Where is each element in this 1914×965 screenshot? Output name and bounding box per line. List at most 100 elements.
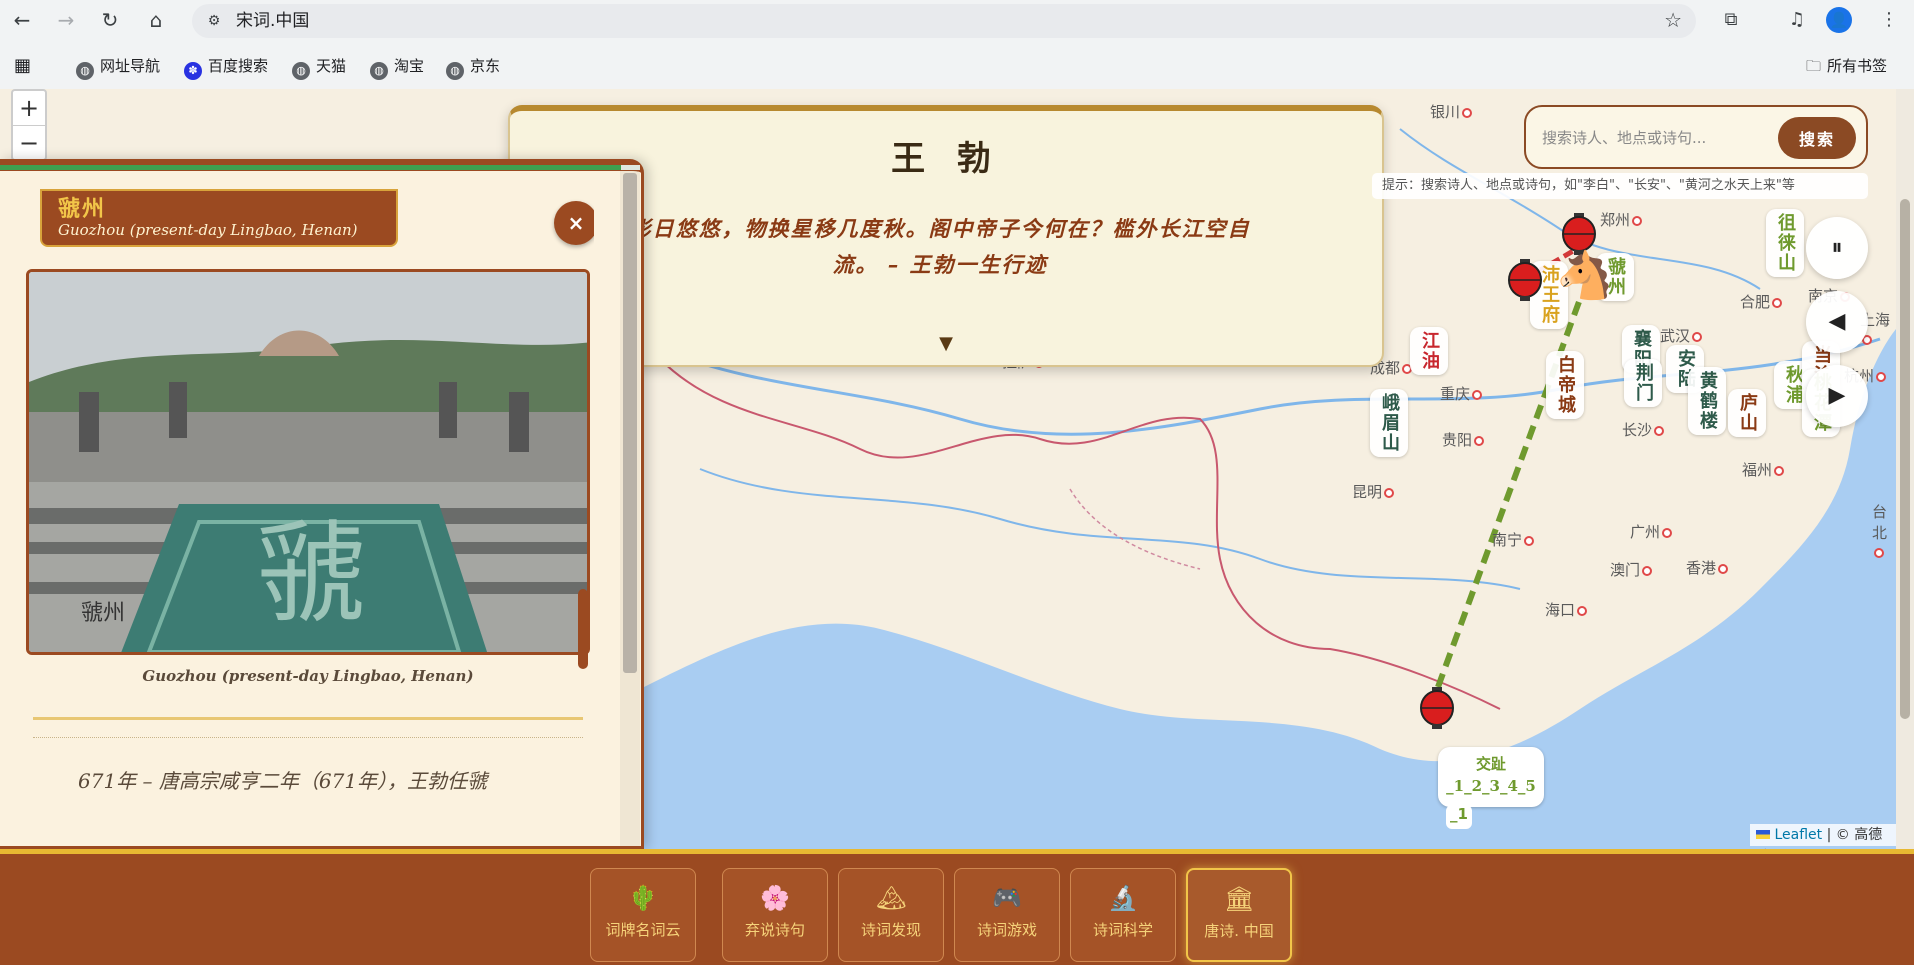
poem-place-tag[interactable]: 白帝城 [1546,351,1584,419]
city-name: 贵阳 [1442,431,1473,449]
dock-icon: 🔬 [1108,884,1138,912]
dock-icon: 🎮 [992,884,1022,912]
map-city-label: 澳门 [1610,559,1653,580]
inner-scrollbar[interactable] [578,589,588,669]
bookmark-item[interactable]: ◍ 天猫 [292,56,346,80]
city-name: 海口 [1545,601,1576,619]
search-hint: 提示：搜索诗人、地点或诗句，如"李白"、"长安"、"黄河之水天上来"等 [1372,173,1868,199]
dock-button[interactable]: 🏛 唐诗. 中国 [1186,868,1292,962]
city-name: 昆明 [1352,483,1383,501]
lantern-marker-icon[interactable] [1508,259,1542,301]
map-city-label: 香港 [1686,557,1729,578]
close-button[interactable]: × [554,201,594,245]
map-city-label: 郑州 [1600,209,1643,230]
globe-icon: ◍ [446,62,464,80]
site-settings-icon[interactable]: ⚙ [204,11,224,31]
poem-place-tag[interactable]: 庐山 [1728,389,1766,437]
panel-scrollbar-thumb[interactable] [623,173,637,673]
map-city-label: 昆明 [1352,481,1395,502]
poem-place-tag[interactable]: 峨眉山 [1370,389,1408,457]
all-bookmarks[interactable]: 🗀 所有书签 [1806,56,1887,76]
bookmarks-bar: ▦ ◍ 网址导航 ✽ 百度搜索 ◍ 天猫 ◍ 淘宝 ◍ 京东 🗀 所有书签 [0,46,1914,86]
journey-progress [0,165,640,170]
dock-button[interactable]: 🌵 词牌名词云 [590,868,696,962]
page-scrollbar[interactable] [1896,89,1914,849]
map-attribution: Leaflet | © 高德地 [1750,824,1896,865]
lantern-marker-icon[interactable] [1420,687,1454,729]
address-bar[interactable]: ⚙ 宋词.中国 ☆ [192,4,1696,38]
city-dot-icon [1772,298,1783,308]
reload-icon[interactable]: ↻ [94,6,126,34]
bottom-dock: 🌵 词牌名词云 🌸 弃说诗句 🏔 诗词发现 🎮 诗词游戏 🔬 诗词科学 🏛 唐诗. 中国 [0,849,1914,965]
dock-button[interactable]: 🎮 诗词游戏 [954,868,1060,962]
poem-place-tag[interactable]: 江油 [1410,327,1448,375]
section-divider [33,737,583,738]
city-name: 合肥 [1740,293,1771,311]
city-dot-icon [1774,466,1785,476]
menu-icon[interactable]: ⋮ [1874,6,1904,34]
photo-label: 虢州 [81,601,125,626]
place-detail-panel: 虢州 Guozhou (present-day Lingbao, Henan) … [0,159,644,849]
dock-label: 诗词游戏 [976,921,1037,939]
profile-avatar-icon[interactable]: 👤 [1826,7,1852,33]
bookmark-item[interactable]: ◍ 京东 [446,56,500,80]
search-box: 搜索 [1524,105,1868,169]
prev-button[interactable]: ◀ [1806,291,1868,353]
globe-icon: ◍ [370,62,388,80]
city-dot-icon [1662,528,1673,538]
bookmark-item[interactable]: ✽ 百度搜索 [184,56,268,80]
city-dot-icon [1654,426,1665,436]
leaflet-link[interactable]: Leaflet [1774,827,1822,843]
pause-button[interactable]: ⏸ [1806,217,1868,279]
zoom-out-button[interactable]: − [13,125,45,159]
page-scrollbar-thumb[interactable] [1900,199,1910,719]
url-text[interactable]: 宋词.中国 [236,4,309,38]
bookmark-star-icon[interactable]: ☆ [1664,8,1682,32]
globe-icon: ◍ [76,62,94,80]
dock-icon: 🌵 [628,884,658,912]
search-button[interactable]: 搜索 [1778,117,1856,159]
map-city-label: 海口 [1545,599,1588,620]
dock-button[interactable]: 🔬 诗词科学 [1070,868,1176,962]
city-dot-icon [1642,566,1653,576]
search-input[interactable] [1542,121,1764,155]
city-name: 香港 [1686,559,1717,577]
back-icon[interactable]: ← [6,6,38,34]
media-icon[interactable]: ♫ [1782,6,1812,34]
dock-label: 诗词发现 [860,921,921,939]
next-button[interactable]: ▶ [1806,365,1868,427]
photo-caption: Guozhou (present-day Lingbao, Henan) [142,667,474,685]
section-divider [33,717,583,720]
jiaozhi-sub-label: _1 [1446,805,1472,829]
zoom-in-button[interactable]: + [13,91,45,125]
home-icon[interactable]: ⌂ [140,6,172,34]
ukraine-flag-icon [1756,830,1770,839]
panel-scrollbar[interactable] [620,171,640,846]
dock-label: 诗词科学 [1092,921,1153,939]
map-city-label: 台北 [1872,501,1896,561]
dock-button[interactable]: 🌸 弃说诗句 [722,868,828,962]
extensions-icon[interactable]: ⧉ [1716,6,1746,34]
city-name: 福州 [1742,461,1773,479]
apps-grid-icon[interactable]: ▦ [14,56,31,76]
browser-toolbar: ← → ↻ ⌂ ⚙ 宋词.中国 ☆ ⧉ ♫ 👤 ⋮ [0,0,1914,40]
place-name-en: Guozhou (present-day Lingbao, Henan) [58,221,358,239]
dock-icon: 🏔 [876,884,907,912]
map-city-label: 合肥 [1740,291,1783,312]
dock-label: 唐诗. 中国 [1204,922,1274,940]
baidu-paw-icon: ✽ [184,62,202,80]
forward-icon[interactable]: → [50,6,82,34]
bookmark-item[interactable]: ◍ 淘宝 [370,56,424,80]
poem-place-tag[interactable]: 荆门 [1624,359,1662,407]
poem-place-tag[interactable]: 徂徕山 [1766,209,1804,277]
bookmark-item[interactable]: ◍ 网址导航 [76,56,160,80]
jiaozhi-place-label[interactable]: 交趾 _1_2_3_4_5 [1438,747,1544,807]
dock-button[interactable]: 🏔 诗词发现 [838,868,944,962]
place-photo: 虢 虢州 [26,269,590,655]
photo-stone-character: 虢 [256,510,366,638]
horse-traveler-icon: 🐴 [1556,248,1614,302]
poem-place-tag[interactable]: 黄鹤楼 [1688,367,1726,435]
poet-verse: 影日悠悠，物换星移几度秋。阁中帝子今何在？槛外长江空自流。 – 王勃一生行迹 [629,216,1251,277]
city-name: 长沙 [1622,421,1653,439]
city-name: 南宁 [1492,531,1523,549]
